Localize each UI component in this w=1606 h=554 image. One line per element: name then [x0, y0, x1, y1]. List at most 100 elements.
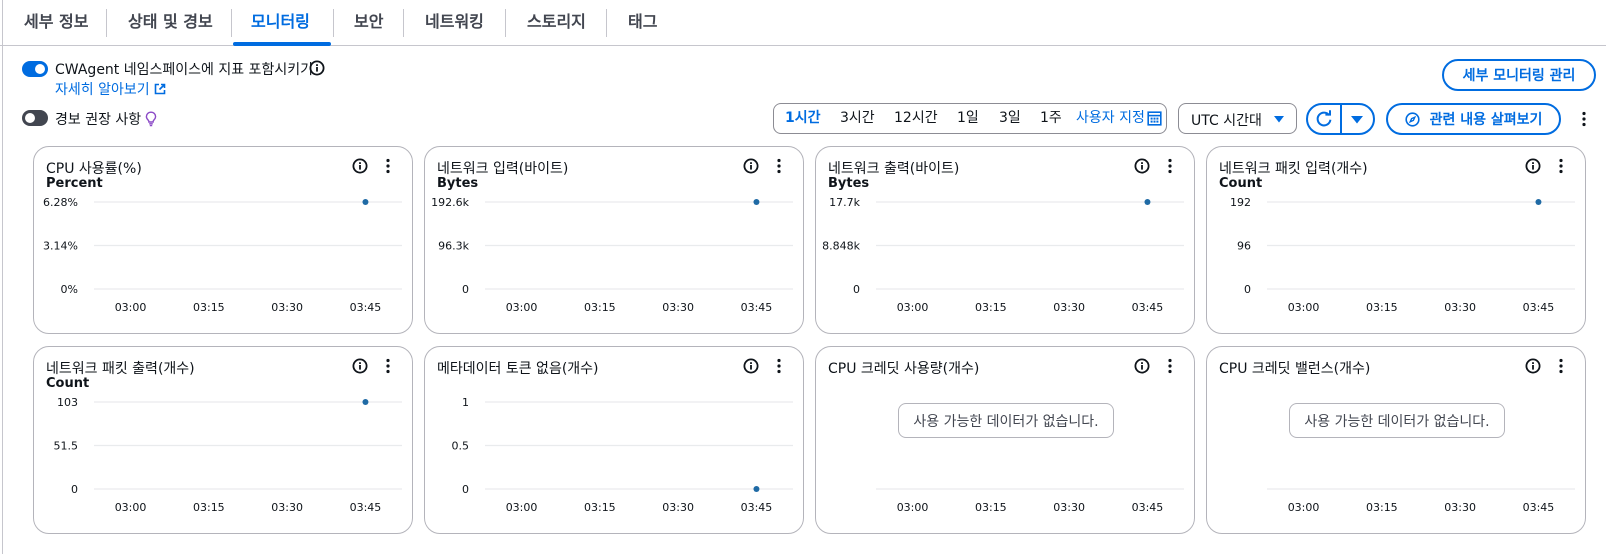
y-tick-label: 6.28%	[43, 196, 78, 209]
refresh-icon[interactable]	[1314, 109, 1334, 129]
x-tick-label: 03:00	[1288, 501, 1320, 514]
caret-down-icon[interactable]	[1350, 114, 1364, 125]
info-icon[interactable]	[1134, 358, 1150, 374]
x-tick-label: 03:45	[1523, 301, 1555, 314]
info-icon[interactable]	[352, 158, 368, 174]
y-tick-label: 0	[462, 483, 469, 496]
tab-networking[interactable]: 네트워킹	[425, 0, 484, 46]
x-tick-label: 03:00	[115, 501, 147, 514]
info-icon[interactable]	[743, 358, 759, 374]
explore-related-label: 관련 내용 살펴보기	[1429, 112, 1543, 128]
widget-chart: Percent 6.28% 3.14% 0% 03:00 03:15 03:30 03:45	[43, 158, 402, 314]
range-12h[interactable]: 12시간	[894, 104, 938, 133]
widget-chart: 03:00 03:15 03:30 03:45	[876, 358, 1184, 514]
data-point[interactable]	[1535, 199, 1542, 205]
y-tick-label: 17.7k	[829, 196, 860, 209]
timezone-select[interactable]: UTC 시간대	[1178, 103, 1297, 134]
metric-widget: 네트워크 출력(바이트) Bytes 17.7k 8.848k 0 03:00 03:15 0…	[815, 146, 1195, 334]
timezone-value: UTC 시간대	[1191, 113, 1262, 129]
x-tick-label: 03:45	[1132, 501, 1164, 514]
page-kebab-menu-icon[interactable]	[1580, 111, 1588, 127]
metric-widget: 네트워크 패킷 출력(개수) Count 103 51.5 0 03:00 03:15 03:…	[33, 346, 413, 534]
y-tick-label: 96.3k	[438, 240, 469, 253]
y-tick-label: 3.14%	[43, 240, 78, 253]
y-tick-label: 51.5	[54, 440, 79, 453]
manage-detailed-monitoring-button[interactable]: 세부 모니터링 관리	[1442, 59, 1596, 91]
x-tick-label: 03:00	[1288, 301, 1320, 314]
learn-more-link[interactable]: 자세히 알아보기	[55, 79, 150, 99]
split-divider	[1340, 105, 1342, 133]
widget-chart: 03:00 03:15 03:30 03:45	[1267, 358, 1575, 514]
lightbulb-icon	[145, 111, 157, 127]
metric-widget: CPU 크레딧 밸런스(개수) 03:00 03:15 03:30 03:45 사용 가능…	[1206, 346, 1586, 534]
y-tick-label: 0.5	[452, 440, 470, 453]
x-tick-label: 03:30	[271, 501, 303, 514]
data-point[interactable]	[362, 199, 369, 205]
tab-divider	[231, 9, 232, 37]
x-tick-label: 03:00	[506, 501, 538, 514]
kebab-menu-icon[interactable]	[1168, 158, 1172, 174]
kebab-menu-icon[interactable]	[1168, 358, 1172, 374]
left-border	[2, 0, 3, 554]
data-point[interactable]	[753, 199, 760, 205]
x-tick-label: 03:30	[662, 301, 694, 314]
data-point[interactable]	[753, 486, 760, 492]
tab-details[interactable]: 세부 정보	[24, 0, 88, 46]
tab-bar: 세부 정보 상태 및 경보 모니터링 보안 네트워킹 스토리지 태그	[0, 0, 1606, 46]
metric-widget: 네트워크 입력(바이트) Bytes 192.6k 96.3k 0 03:00 03:15 0…	[424, 146, 804, 334]
data-point[interactable]	[1144, 199, 1151, 205]
info-icon[interactable]	[1134, 158, 1150, 174]
range-1h[interactable]: 1시간	[785, 104, 821, 133]
kebab-menu-icon[interactable]	[1559, 358, 1563, 374]
info-icon[interactable]	[1525, 358, 1541, 374]
tab-tags[interactable]: 태그	[628, 0, 657, 46]
x-tick-label: 03:45	[1132, 301, 1164, 314]
y-tick-label: 8.848k	[822, 240, 860, 253]
x-tick-label: 03:30	[1444, 301, 1476, 314]
x-tick-label: 03:00	[506, 301, 538, 314]
tab-security[interactable]: 보안	[354, 0, 383, 46]
y-axis-unit-label: Percent	[46, 176, 103, 191]
x-tick-label: 03:15	[193, 301, 225, 314]
y-axis-unit-label: Bytes	[828, 176, 869, 191]
alarm-recommendations-toggle[interactable]	[22, 110, 48, 126]
data-point[interactable]	[362, 399, 369, 405]
x-tick-label: 03:45	[1523, 501, 1555, 514]
x-tick-label: 03:30	[271, 301, 303, 314]
range-1d[interactable]: 1일	[957, 104, 979, 133]
range-3d[interactable]: 3일	[999, 104, 1021, 133]
no-data-message: 사용 가능한 데이터가 없습니다.	[1289, 403, 1505, 438]
tab-status-alarms[interactable]: 상태 및 경보	[128, 0, 213, 46]
kebab-menu-icon[interactable]	[777, 158, 781, 174]
tab-monitoring[interactable]: 모니터링	[251, 0, 310, 46]
y-tick-label: 0	[462, 283, 469, 296]
cwagent-toggle[interactable]	[22, 61, 48, 77]
info-icon[interactable]	[743, 158, 759, 174]
tab-storage[interactable]: 스토리지	[527, 0, 586, 46]
range-3h[interactable]: 3시간	[840, 104, 875, 133]
x-tick-label: 03:30	[1053, 301, 1085, 314]
info-icon[interactable]	[1525, 158, 1541, 174]
range-1w[interactable]: 1주	[1040, 104, 1062, 133]
refresh-split-button	[1306, 103, 1375, 135]
explore-related-button[interactable]: 관련 내용 살펴보기	[1386, 103, 1561, 135]
kebab-menu-icon[interactable]	[386, 158, 390, 174]
info-icon[interactable]	[309, 60, 325, 76]
y-tick-label: 192.6k	[431, 196, 469, 209]
kebab-menu-icon[interactable]	[1559, 158, 1563, 174]
y-tick-label: 0	[71, 483, 78, 496]
y-tick-label: 103	[57, 396, 78, 409]
metric-widget: CPU 크레딧 사용량(개수) 03:00 03:15 03:30 03:45 사용 가능…	[815, 346, 1195, 534]
no-data-message: 사용 가능한 데이터가 없습니다.	[898, 403, 1114, 438]
x-tick-label: 03:15	[584, 301, 616, 314]
kebab-menu-icon[interactable]	[777, 358, 781, 374]
x-tick-label: 03:15	[1366, 501, 1398, 514]
calendar-icon[interactable]	[1147, 111, 1162, 126]
widget-chart: Count 103 51.5 0 03:00 03:15 03:30 03:45	[46, 358, 402, 514]
kebab-menu-icon[interactable]	[386, 358, 390, 374]
range-custom[interactable]: 사용자 지정	[1076, 104, 1145, 133]
info-icon[interactable]	[352, 358, 368, 374]
x-tick-label: 03:45	[741, 301, 773, 314]
tab-divider	[333, 9, 334, 37]
metric-widget: 메타데이터 토큰 없음(개수) 1 0.5 0 03:00 03:15 03:30 03:45	[424, 346, 804, 534]
